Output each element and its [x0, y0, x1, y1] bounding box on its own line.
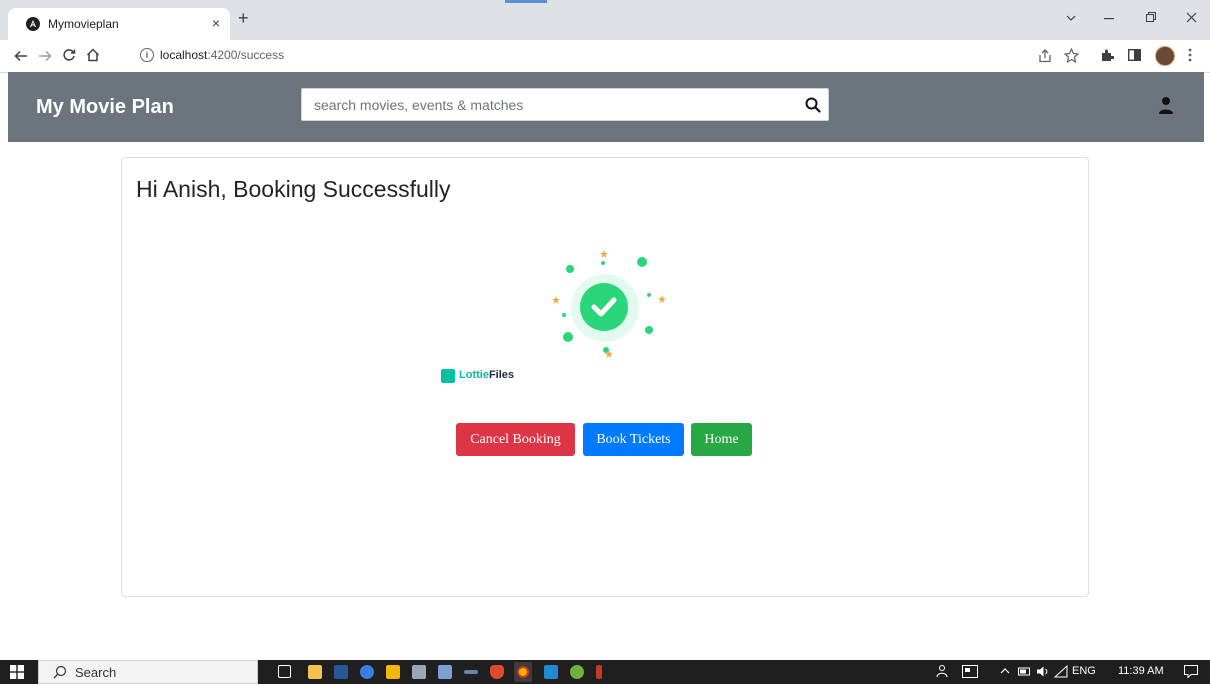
eclipse-tool-icon[interactable] [596, 665, 602, 679]
omnibox[interactable]: i localhost:4200/success [132, 44, 1132, 68]
sticky-notes-icon[interactable] [386, 665, 400, 679]
browser-tab-strip: Mymovieplan × + [0, 0, 1210, 40]
file-explorer-icon[interactable] [308, 665, 322, 679]
profile-avatar[interactable] [1155, 46, 1175, 66]
tab-strip-accent [505, 0, 547, 3]
back-arrow-icon[interactable] [14, 50, 28, 62]
app-navbar: My Movie Plan [8, 72, 1204, 142]
new-tab-button[interactable]: + [238, 9, 249, 27]
tab-title: Mymovieplan [48, 17, 119, 31]
volume-icon[interactable] [1036, 665, 1050, 678]
wifi-icon[interactable] [1054, 665, 1068, 678]
brave-browser-icon[interactable] [490, 665, 504, 679]
share-icon[interactable] [1038, 49, 1052, 63]
more-menu-icon[interactable] [1188, 48, 1192, 62]
snipping-tool-icon[interactable] [412, 665, 426, 679]
taskbar-search-icon [53, 665, 67, 679]
windows-start-icon[interactable] [10, 665, 24, 679]
notes-app-icon[interactable] [438, 665, 452, 679]
angular-favicon-icon [26, 17, 40, 31]
site-info-icon[interactable]: i [140, 48, 154, 62]
lottiefiles-wordmark: LottieFiles [459, 369, 515, 381]
bookmark-star-icon[interactable] [1064, 48, 1079, 63]
spring-tool-icon[interactable] [570, 665, 584, 679]
home-icon[interactable] [86, 48, 100, 62]
taskbar-search-label: Search [75, 665, 117, 680]
extensions-icon[interactable] [1100, 48, 1114, 62]
reload-icon[interactable] [62, 48, 76, 62]
tab-close-icon[interactable]: × [212, 15, 220, 31]
vscode-icon[interactable] [544, 665, 558, 679]
brand-title[interactable]: My Movie Plan [36, 96, 174, 119]
lottiefiles-mark-icon [441, 369, 455, 383]
browser-tab[interactable]: Mymovieplan × [8, 8, 230, 40]
battery-icon[interactable] [1018, 667, 1032, 677]
home-button[interactable]: Home [691, 423, 752, 456]
side-panel-icon[interactable] [1128, 49, 1141, 61]
url-text: localhost:4200/success [160, 48, 285, 62]
browser-app-icon[interactable] [360, 665, 374, 679]
windows-taskbar: Search ENG 11:39 AM [0, 660, 1210, 684]
taskbar-search-box[interactable]: Search [38, 660, 258, 684]
close-window-icon[interactable] [1186, 12, 1197, 23]
search-bar [301, 88, 829, 121]
chrome-icon[interactable] [517, 666, 529, 678]
cancel-booking-button[interactable]: Cancel Booking [456, 423, 575, 456]
minimize-icon[interactable] [1104, 18, 1114, 20]
task-view-icon[interactable] [278, 665, 291, 678]
people-tray-icon[interactable] [934, 664, 948, 678]
book-tickets-button[interactable]: Book Tickets [583, 423, 684, 456]
calculator-app-icon[interactable] [464, 670, 478, 674]
tray-chevron-up-icon[interactable] [1000, 667, 1010, 675]
search-input[interactable] [302, 89, 804, 120]
notifications-icon[interactable] [1184, 665, 1198, 678]
search-icon[interactable] [804, 96, 822, 114]
booking-success-card: Hi Anish, Booking Successfully LottieFil… [121, 157, 1089, 597]
chevron-down-icon[interactable] [1066, 14, 1076, 22]
news-widget-icon[interactable] [962, 665, 978, 678]
language-indicator[interactable]: ENG [1072, 665, 1096, 677]
restore-icon[interactable] [1146, 12, 1157, 23]
address-bar: i localhost:4200/success [0, 40, 1210, 73]
success-check-animation [552, 250, 666, 358]
system-clock[interactable]: 11:39 AM [1118, 665, 1164, 677]
forward-arrow-icon[interactable] [38, 50, 52, 62]
page-title: Hi Anish, Booking Successfully [136, 176, 451, 202]
user-icon[interactable] [1158, 96, 1174, 116]
word-icon[interactable] [334, 665, 348, 679]
